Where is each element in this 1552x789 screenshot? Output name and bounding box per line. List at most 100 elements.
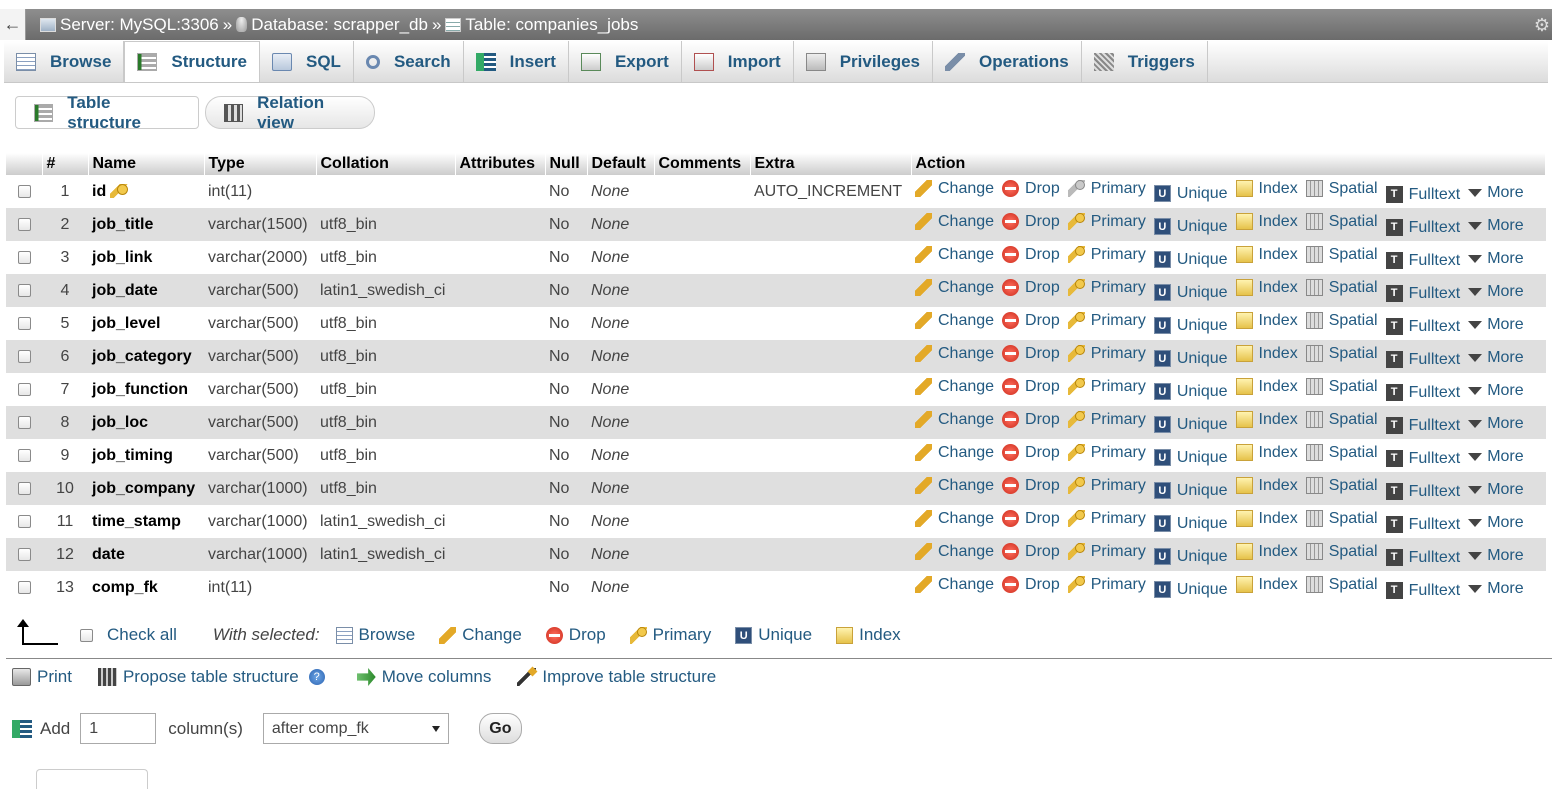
fulltext-button[interactable]: T Fulltext (1385, 219, 1460, 237)
unique-button[interactable]: U Unique (1153, 251, 1228, 269)
check-all-label[interactable]: Check all (107, 625, 177, 645)
spatial-button[interactable]: Spatial (1305, 444, 1378, 462)
change-button[interactable]: Change (915, 576, 994, 594)
index-button[interactable]: Index (1235, 477, 1298, 495)
primary-button[interactable]: Primary (1067, 576, 1146, 594)
primary-button[interactable]: Primary (1067, 378, 1146, 396)
row-checkbox[interactable] (17, 184, 31, 198)
header-num[interactable]: # (42, 153, 89, 175)
index-button[interactable]: Index (1235, 246, 1298, 264)
index-button[interactable]: Index (1235, 213, 1298, 231)
unique-button[interactable]: U Unique (1153, 218, 1228, 236)
subtab-relation-view[interactable]: Relation view (205, 93, 375, 132)
drop-button[interactable]: Drop (1002, 576, 1060, 594)
primary-button[interactable]: Primary (1067, 279, 1146, 297)
header-default[interactable]: Default (587, 153, 655, 175)
spatial-button[interactable]: Spatial (1305, 180, 1378, 198)
index-button[interactable]: Index (1235, 411, 1298, 429)
tab-privileges[interactable]: Privileges (794, 41, 934, 82)
primary-button[interactable]: Primary (1067, 246, 1146, 264)
primary-button[interactable]: Primary (1067, 444, 1146, 462)
change-button[interactable]: Change (915, 180, 994, 198)
bulk-change-button[interactable]: Change (439, 625, 522, 645)
primary-button[interactable]: Primary (1067, 213, 1146, 231)
more-dropdown[interactable]: More (1468, 283, 1524, 301)
tab-structure[interactable]: Structure (124, 41, 260, 82)
header-collation[interactable]: Collation (316, 153, 456, 175)
improve-structure-link[interactable]: Improve table structure (517, 667, 716, 687)
primary-button[interactable]: Primary (1067, 411, 1146, 429)
unique-button[interactable]: U Unique (1153, 284, 1228, 302)
header-extra[interactable]: Extra (750, 153, 912, 175)
fulltext-button[interactable]: T Fulltext (1385, 417, 1460, 435)
column-position-select[interactable]: after comp_fk (262, 713, 449, 744)
row-checkbox[interactable] (17, 217, 31, 231)
row-checkbox[interactable] (17, 283, 31, 297)
tab-sql[interactable]: SQL (260, 41, 354, 82)
header-null[interactable]: Null (545, 153, 588, 175)
unique-button[interactable]: U Unique (1153, 383, 1228, 401)
fulltext-button[interactable]: T Fulltext (1385, 450, 1460, 468)
index-button[interactable]: Index (1235, 345, 1298, 363)
spatial-button[interactable]: Spatial (1305, 312, 1378, 330)
primary-button[interactable]: Primary (1067, 180, 1146, 198)
drop-button[interactable]: Drop (1002, 279, 1060, 297)
spatial-button[interactable]: Spatial (1305, 576, 1378, 594)
unique-button[interactable]: U Unique (1153, 482, 1228, 500)
spatial-button[interactable]: Spatial (1305, 279, 1378, 297)
spatial-button[interactable]: Spatial (1305, 510, 1378, 528)
drop-button[interactable]: Drop (1002, 444, 1060, 462)
drop-button[interactable]: Drop (1002, 345, 1060, 363)
change-button[interactable]: Change (915, 378, 994, 396)
header-name[interactable]: Name (88, 153, 205, 175)
go-button[interactable]: Go (478, 713, 522, 744)
tab-import[interactable]: Import (682, 41, 794, 82)
change-button[interactable]: Change (915, 477, 994, 495)
bulk-unique-button[interactable]: U Unique (735, 625, 812, 645)
breadcrumb-table[interactable]: Table: companies_jobs (445, 15, 638, 35)
spatial-button[interactable]: Spatial (1305, 543, 1378, 561)
print-link[interactable]: Print (12, 667, 72, 687)
fulltext-button[interactable]: T Fulltext (1385, 351, 1460, 369)
index-button[interactable]: Index (1235, 312, 1298, 330)
drop-button[interactable]: Drop (1002, 213, 1060, 231)
primary-button[interactable]: Primary (1067, 312, 1146, 330)
drop-button[interactable]: Drop (1002, 312, 1060, 330)
fulltext-button[interactable]: T Fulltext (1385, 285, 1460, 303)
unique-button[interactable]: U Unique (1153, 515, 1228, 533)
header-type[interactable]: Type (204, 153, 317, 175)
breadcrumb-server-label[interactable]: Server: MySQL:3306 (60, 15, 219, 35)
unique-button[interactable]: U Unique (1153, 185, 1228, 203)
change-button[interactable]: Change (915, 246, 994, 264)
row-checkbox[interactable] (17, 415, 31, 429)
drop-button[interactable]: Drop (1002, 246, 1060, 264)
spatial-button[interactable]: Spatial (1305, 345, 1378, 363)
tab-browse[interactable]: Browse (4, 41, 125, 82)
fulltext-button[interactable]: T Fulltext (1385, 318, 1460, 336)
fulltext-button[interactable]: T Fulltext (1385, 252, 1460, 270)
spatial-button[interactable]: Spatial (1305, 477, 1378, 495)
drop-button[interactable]: Drop (1002, 510, 1060, 528)
index-button[interactable]: Index (1235, 543, 1298, 561)
index-button[interactable]: Index (1235, 576, 1298, 594)
drop-button[interactable]: Drop (1002, 477, 1060, 495)
more-dropdown[interactable]: More (1468, 448, 1524, 466)
fulltext-button[interactable]: T Fulltext (1385, 582, 1460, 600)
column-count-input[interactable] (80, 713, 157, 744)
spatial-button[interactable]: Spatial (1305, 246, 1378, 264)
tab-triggers[interactable]: Triggers (1082, 41, 1208, 82)
more-dropdown[interactable]: More (1468, 316, 1524, 334)
tab-operations[interactable]: Operations (933, 41, 1082, 82)
row-checkbox[interactable] (17, 514, 31, 528)
move-columns-link[interactable]: Move columns (356, 667, 491, 687)
row-checkbox[interactable] (17, 547, 31, 561)
index-button[interactable]: Index (1235, 279, 1298, 297)
header-attributes[interactable]: Attributes (455, 153, 546, 175)
help-icon[interactable]: ? (308, 669, 325, 685)
row-checkbox[interactable] (17, 250, 31, 264)
fulltext-button[interactable]: T Fulltext (1385, 186, 1460, 204)
breadcrumb-server[interactable]: Server: MySQL:3306 (40, 15, 219, 35)
change-button[interactable]: Change (915, 312, 994, 330)
header-comments[interactable]: Comments (654, 153, 751, 175)
more-dropdown[interactable]: More (1468, 580, 1524, 598)
